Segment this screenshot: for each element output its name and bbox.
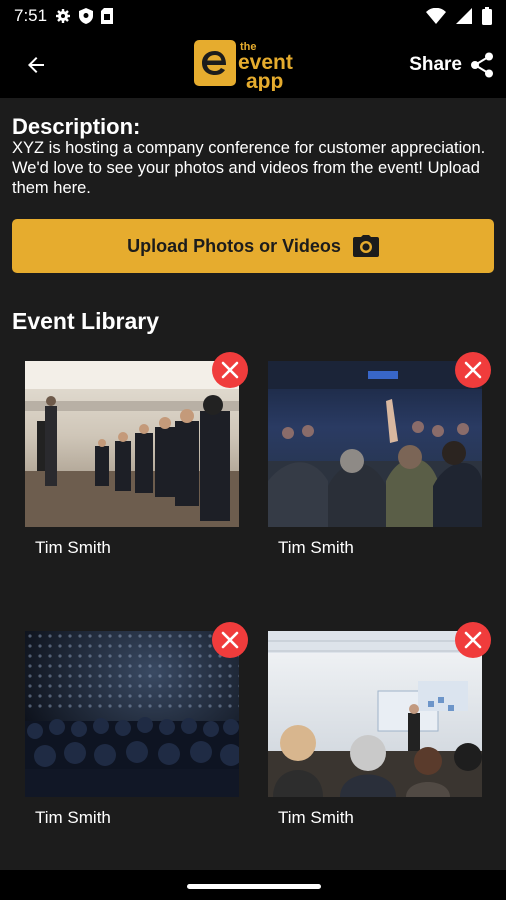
battery-icon: [482, 7, 492, 25]
wifi-icon: [426, 8, 446, 24]
sim-card-icon: [101, 8, 114, 24]
event-photo[interactable]: [268, 361, 482, 527]
event-app-logo: the event app: [194, 40, 314, 91]
share-icon: [471, 52, 493, 78]
close-icon: [221, 631, 239, 649]
close-icon: [464, 361, 482, 379]
uploader-name: Tim Smith: [278, 538, 354, 557]
library-item[interactable]: Tim Smith: [25, 622, 248, 841]
library-item[interactable]: Tim Smith: [268, 622, 491, 841]
description-text: XYZ is hosting a company conference for …: [12, 139, 486, 197]
status-time: 7:51: [14, 6, 48, 25]
system-navigation-bar: [0, 870, 506, 900]
delete-button[interactable]: [455, 622, 491, 658]
main-content: Description: XYZ is hosting a company co…: [0, 98, 506, 870]
library-item[interactable]: Tim Smith: [25, 352, 248, 571]
home-gesture-handle[interactable]: [187, 884, 321, 889]
share-button[interactable]: Share: [409, 52, 494, 78]
uploader-name: Tim Smith: [278, 808, 354, 827]
upload-button-label: Upload Photos or Videos: [127, 235, 341, 256]
event-photo[interactable]: [25, 361, 239, 527]
logo-text-app: app: [246, 70, 283, 91]
event-photo[interactable]: [25, 631, 239, 797]
share-label: Share: [409, 54, 462, 75]
settings-gear-icon: [55, 8, 71, 24]
signal-icon: [456, 8, 472, 24]
back-button[interactable]: [20, 49, 52, 81]
shield-icon: [79, 8, 94, 24]
event-photo[interactable]: [268, 631, 482, 797]
close-icon: [464, 631, 482, 649]
delete-button[interactable]: [212, 352, 248, 388]
arrow-left-icon: [28, 57, 44, 73]
uploader-name: Tim Smith: [35, 538, 111, 557]
uploader-name: Tim Smith: [35, 808, 111, 827]
delete-button[interactable]: [212, 622, 248, 658]
camera-icon: [352, 235, 379, 257]
status-bar: 7:51: [0, 0, 506, 32]
event-library-title: Event Library: [12, 308, 159, 334]
delete-button[interactable]: [455, 352, 491, 388]
close-icon: [221, 361, 239, 379]
description-title: Description:: [12, 114, 141, 139]
upload-photos-button[interactable]: Upload Photos or Videos: [12, 219, 494, 273]
library-item[interactable]: Tim Smith: [268, 352, 491, 571]
